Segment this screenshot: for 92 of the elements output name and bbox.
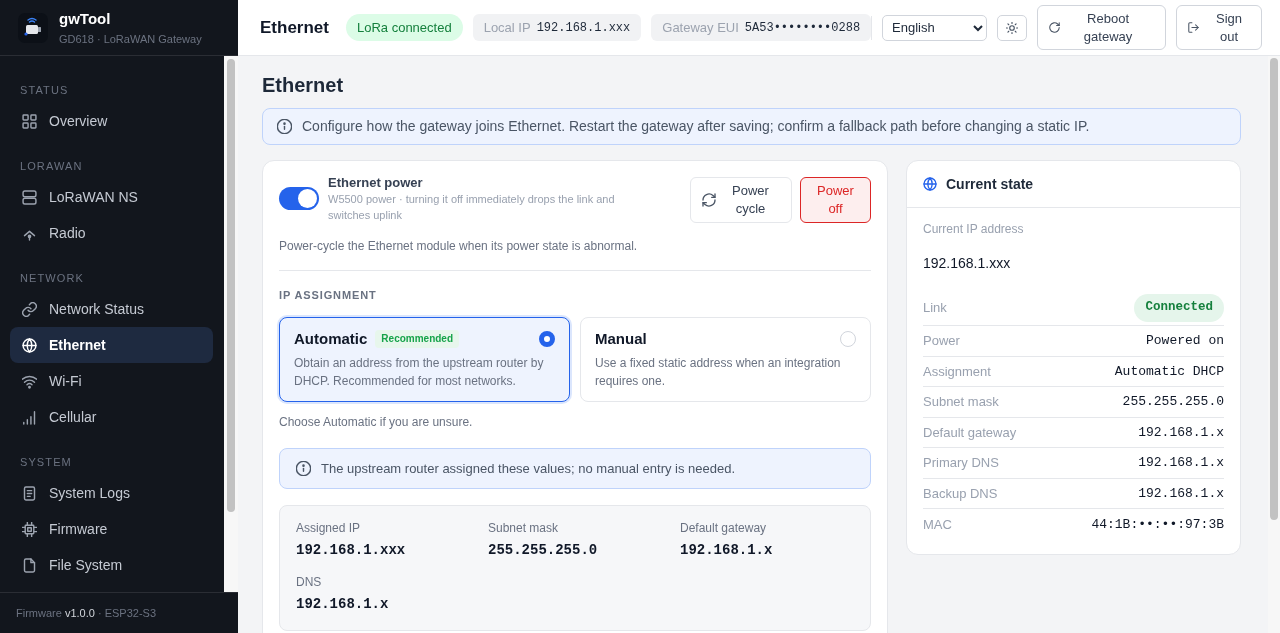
- language-select[interactable]: English: [882, 14, 988, 41]
- setting-title: Ethernet power: [328, 175, 424, 191]
- chip-icon: [22, 521, 37, 537]
- field-label: Current IP address: [923, 221, 1025, 237]
- state-label: Assignment: [923, 362, 991, 381]
- nav-item[interactable]: Ethernet: [10, 327, 213, 363]
- nav-section-title: STATUS: [19, 83, 70, 98]
- nav-item[interactable]: LoRaWAN NS: [10, 179, 213, 215]
- sun-icon: [1006, 21, 1019, 34]
- value-text: 192.168.1.xxx: [296, 541, 407, 560]
- document-icon: [22, 485, 37, 501]
- state-value: 192.168.1.x: [1138, 423, 1224, 442]
- option-description: Obtain an address from the upstream router by DHCP. Recommended for most networks.: [294, 355, 545, 390]
- hint-text: Choose Automatic if you are unsure.: [279, 414, 474, 430]
- sign-out-button[interactable]: Sign out: [1176, 5, 1263, 50]
- nav-item[interactable]: Network Status: [10, 291, 213, 327]
- file-icon: [22, 557, 37, 573]
- nav-item[interactable]: System Logs: [10, 475, 213, 511]
- nav-item[interactable]: Cellular: [10, 399, 213, 435]
- refresh-icon: [1049, 22, 1061, 33]
- refresh-icon: [702, 193, 716, 207]
- value-text: 192.168.1.x: [680, 541, 774, 560]
- wifi-icon: [22, 373, 37, 389]
- status-badge: Connected: [1134, 293, 1224, 322]
- state-value: Powered on: [1146, 332, 1224, 350]
- hint-text: Power-cycle the Ethernet module when its power state is abnormal.: [279, 238, 639, 254]
- globe-icon: [923, 177, 937, 191]
- state-label: Backup DNS: [923, 484, 998, 503]
- value-label: DNS: [296, 574, 323, 590]
- nav-section-title: NETWORK: [19, 271, 85, 286]
- app-subtitle: GD618 · LoRaWAN Gateway: [59, 31, 202, 47]
- field-value: 192.168.1.xxx: [923, 254, 1012, 273]
- reboot-button[interactable]: Reboot gateway: [1037, 5, 1167, 50]
- assignment-option-card[interactable]: Automatic Recommended Obtain an address from the upstream router by DHCP. Recommended for most networks.: [279, 317, 570, 402]
- server-icon: [22, 189, 37, 205]
- nav-item[interactable]: File System: [10, 547, 213, 583]
- state-label: Link: [923, 298, 947, 317]
- nav-section-title: LORAWAN: [19, 159, 84, 174]
- scrollbar-thumb[interactable]: [1270, 58, 1278, 520]
- state-value: 192.168.1.x: [1138, 484, 1224, 503]
- assignment-option-card[interactable]: Manual Use a fixed static address when an integration requires one.: [580, 317, 871, 402]
- globe-icon: [22, 337, 37, 353]
- nav-item[interactable]: Radio: [10, 215, 213, 251]
- chip-label: Gateway EUI: [662, 18, 739, 37]
- value-text: 192.168.1.x: [296, 595, 390, 614]
- top-bar-title: Ethernet: [260, 16, 329, 39]
- value-text: 255.255.255.0: [488, 541, 599, 560]
- page-title: Ethernet: [262, 73, 345, 98]
- state-value: 255.255.255.0: [1122, 393, 1224, 411]
- state-label: MAC: [923, 515, 952, 534]
- radio-button[interactable]: [539, 331, 555, 347]
- chip-label: Local IP: [483, 18, 531, 37]
- option-title: Automatic: [294, 329, 368, 349]
- card-title: Current state: [946, 174, 1034, 194]
- state-label: Power: [923, 332, 960, 350]
- power-cycle-button[interactable]: Power cycle: [690, 177, 792, 223]
- info-icon: [296, 461, 311, 476]
- toggle-switch[interactable]: [279, 187, 319, 210]
- state-value: 192.168.1.x: [1138, 454, 1224, 472]
- notice-text: The upstream router assigned these values; no manual entry is needed.: [321, 459, 736, 478]
- link-icon: [22, 301, 37, 317]
- info-icon: [277, 119, 292, 134]
- option-title: Manual: [595, 329, 647, 349]
- recommended-badge: Recommended: [375, 330, 460, 348]
- value-label: Default gateway: [680, 520, 768, 536]
- setting-description: W5500 power · turning it off immediately drops the link and switches uplink: [328, 192, 616, 223]
- value-label: Assigned IP: [296, 520, 362, 536]
- value-label: Subnet mask: [488, 520, 560, 536]
- grid-icon: [22, 113, 37, 129]
- nav-section-title: SYSTEM: [19, 455, 73, 470]
- signal-bars-icon: [22, 409, 37, 425]
- option-description: Use a fixed static address when an integration requires one.: [595, 355, 842, 390]
- state-label: Subnet mask: [923, 393, 999, 411]
- status-badge: LoRa connected: [345, 14, 463, 41]
- scrollbar-thumb[interactable]: [227, 59, 235, 512]
- firmware-version-text: Firmware v1.0.0 · ESP32-S3: [16, 605, 156, 621]
- section-title: IP ASSIGNMENT: [279, 288, 378, 303]
- nav-item[interactable]: Firmware: [10, 511, 213, 547]
- app-name: gwTool: [59, 8, 112, 29]
- theme-toggle-button[interactable]: [997, 14, 1028, 41]
- state-label: Default gateway: [923, 423, 1017, 442]
- state-value: Automatic DHCP: [1114, 362, 1224, 381]
- state-label: Primary DNS: [923, 454, 999, 472]
- state-value: 44:1B:••:••:97:3B: [1091, 515, 1224, 534]
- banner-text: Configure how the gateway joins Ethernet. Restart the gateway after saving; confirm a fallback path before changing a static IP.: [302, 117, 1090, 136]
- chip-value: 5A53••••••••0288: [744, 19, 861, 37]
- nav-item[interactable]: Overview: [10, 103, 213, 139]
- chip-value: 192.168.1.xxx: [536, 19, 631, 37]
- power-off-button[interactable]: Power off: [800, 177, 871, 223]
- gateway-logo-icon: [18, 12, 48, 43]
- sign-out-icon: [1188, 22, 1200, 33]
- nav-item[interactable]: Wi-Fi: [10, 363, 213, 399]
